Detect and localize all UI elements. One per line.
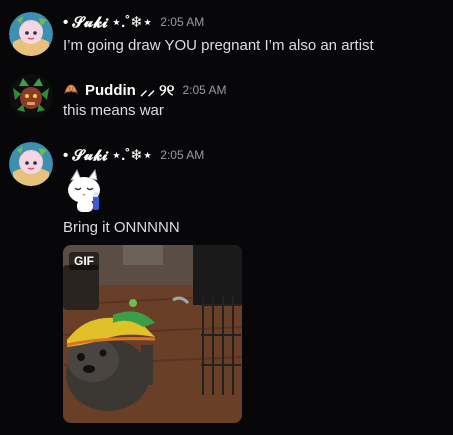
timestamp[interactable]: 2:05 AM xyxy=(182,83,226,97)
username[interactable]: • 𝓢𝓾𝓴𝓲 ⋆.˚❄︎⋆ xyxy=(63,13,152,31)
message-header: Puddin ⸝⸝ ୨୧ 2:05 AM xyxy=(63,80,226,100)
user-avatar-suki[interactable] xyxy=(9,142,53,186)
croissant-icon xyxy=(63,82,79,98)
message-header: • 𝓢𝓾𝓴𝓲 ⋆.˚❄︎⋆ 2:05 AM xyxy=(63,146,204,164)
username[interactable]: • 𝓢𝓾𝓴𝓲 ⋆.˚❄︎⋆ xyxy=(63,146,152,164)
message-text: I’m going draw YOU pregnant I’m also an … xyxy=(63,37,374,54)
gif-badge: GIF xyxy=(69,252,99,270)
message-text: Bring it ONNNNN xyxy=(63,219,180,236)
timestamp[interactable]: 2:05 AM xyxy=(160,148,204,162)
user-avatar-puddin[interactable] xyxy=(9,74,53,118)
message-text: this means war xyxy=(63,102,164,119)
message-header: • 𝓢𝓾𝓴𝓲 ⋆.˚❄︎⋆ 2:05 AM xyxy=(63,13,204,31)
username[interactable]: Puddin ⸝⸝ ୨୧ xyxy=(85,80,174,100)
gif-embed[interactable]: GIF xyxy=(63,245,242,423)
sleeping-cat-sticker[interactable] xyxy=(63,166,111,214)
user-avatar-suki[interactable] xyxy=(9,12,53,56)
timestamp[interactable]: 2:05 AM xyxy=(160,15,204,29)
